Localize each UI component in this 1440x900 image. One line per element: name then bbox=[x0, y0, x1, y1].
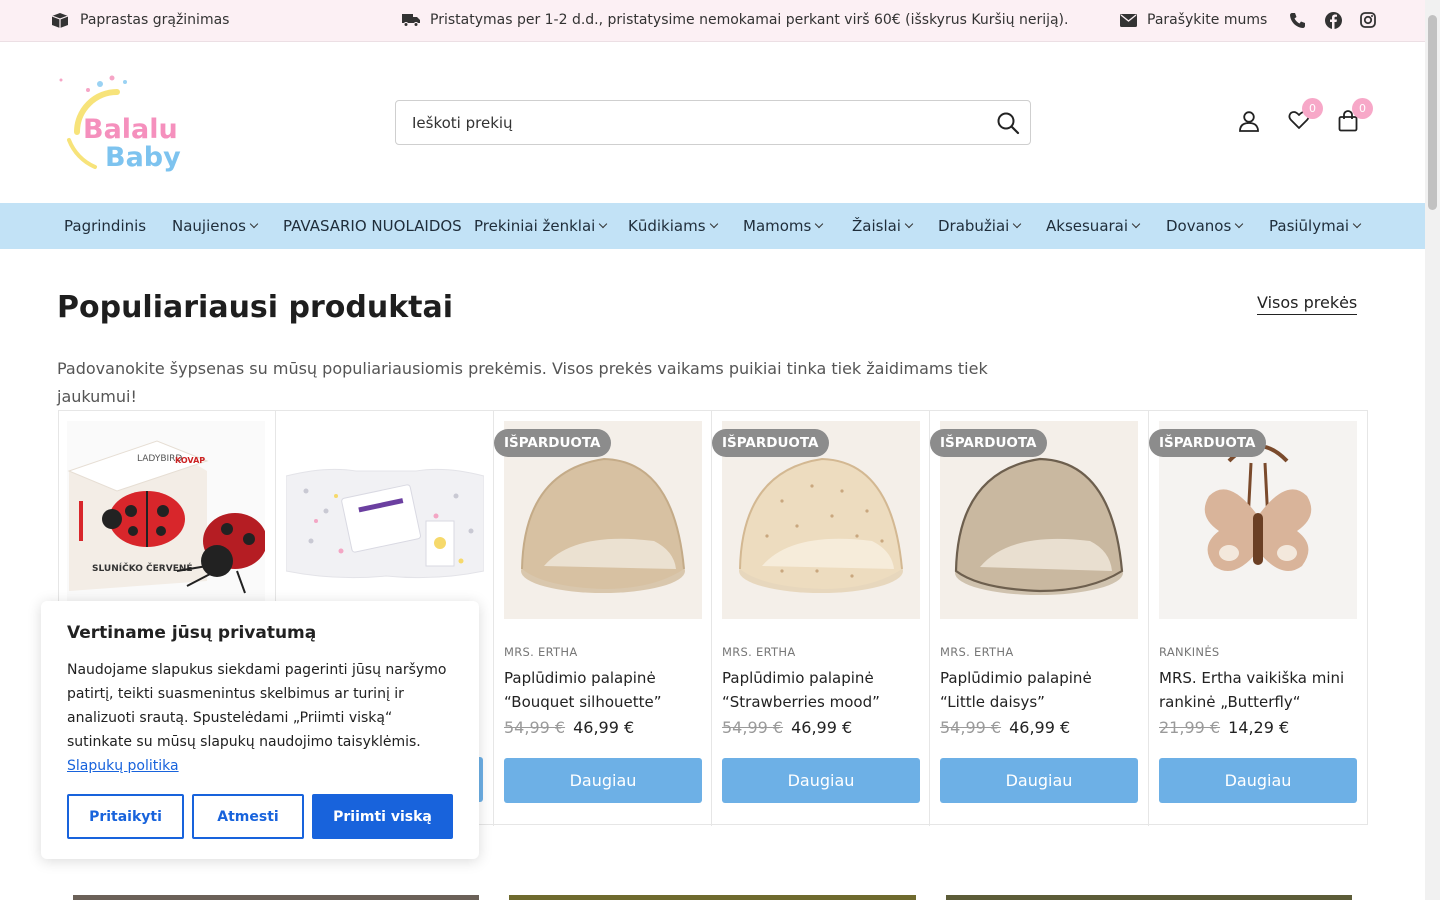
sale-badge: IŠPARDUOTA bbox=[494, 429, 611, 457]
contact-link[interactable]: Parašykite mums bbox=[1120, 12, 1267, 28]
more-button[interactable]: Daugiau bbox=[504, 758, 702, 803]
search-input[interactable] bbox=[412, 113, 972, 132]
truck-icon bbox=[402, 14, 420, 27]
site-header: Balalu Baby 0 0 bbox=[0, 42, 1425, 203]
nav-item-brands[interactable]: Prekiniai ženklai bbox=[474, 217, 608, 235]
cookie-title: Vertiname jūsų privatumą bbox=[67, 623, 317, 643]
cookie-policy-link[interactable]: Slapukų politika bbox=[67, 758, 179, 774]
all-products-link[interactable]: Visos prekės bbox=[1257, 293, 1358, 315]
product-image-ladybird[interactable]: LADYBIRD KOVAP SLUNÍČKO ČERVENÉ bbox=[67, 421, 265, 619]
nav-item-accessories[interactable]: Aksesuarai bbox=[1046, 217, 1141, 235]
shipping-info: Pristatymas per 1-2 d.d., pristatysime n… bbox=[402, 12, 1068, 28]
nav-item-moms[interactable]: Mamoms bbox=[743, 217, 824, 235]
chevron-down-icon bbox=[1352, 219, 1362, 229]
svg-text:Baby: Baby bbox=[105, 142, 181, 172]
box-text-kovap: KOVAP bbox=[175, 456, 205, 465]
sale-price: 14,29 € bbox=[1228, 718, 1290, 737]
chevron-down-icon bbox=[815, 219, 824, 229]
chevron-down-icon bbox=[1013, 219, 1022, 229]
nav-item-gifts[interactable]: Dovanos bbox=[1166, 217, 1244, 235]
product-image-blanket[interactable] bbox=[286, 421, 484, 619]
chevron-down-icon bbox=[709, 219, 718, 229]
product-name[interactable]: Paplūdimio palapinė “Bouquet silhouette” bbox=[504, 666, 704, 714]
section-title: Populiariausi produktai bbox=[57, 290, 454, 325]
banner-image[interactable] bbox=[73, 895, 479, 900]
nav-item-offers[interactable]: Pasiūlymai bbox=[1269, 217, 1362, 235]
user-account-icon[interactable] bbox=[1238, 110, 1260, 132]
page-scrollbar[interactable] bbox=[1425, 0, 1440, 900]
product-price: 54,99 € 46,99 € bbox=[722, 718, 852, 737]
chevron-down-icon bbox=[904, 219, 914, 229]
search-bar bbox=[395, 100, 1031, 145]
product-name[interactable]: MRS. Ertha vaikiška mini rankinė „Butter… bbox=[1159, 666, 1359, 714]
instagram-icon[interactable] bbox=[1360, 12, 1376, 28]
customize-button[interactable]: Pritaikyti bbox=[67, 794, 184, 839]
top-bar: Paprastas grąžinimas Pristatymas per 1-2… bbox=[0, 0, 1425, 42]
box-caption: SLUNÍČKO ČERVENÉ bbox=[92, 562, 193, 574]
product-brand: MRS. ERTHA bbox=[940, 645, 1014, 659]
reject-button[interactable]: Atmesti bbox=[192, 794, 304, 839]
chevron-down-icon bbox=[249, 219, 259, 229]
nav-item-spring-sale[interactable]: PAVASARIO NUOLAIDOS bbox=[283, 217, 462, 235]
phone-icon[interactable] bbox=[1289, 12, 1306, 29]
envelope-icon bbox=[1120, 13, 1137, 27]
cart-count-badge: 0 bbox=[1352, 98, 1373, 119]
sale-price: 46,99 € bbox=[791, 718, 853, 737]
returns-info: Paprastas grąžinimas bbox=[50, 12, 229, 28]
facebook-icon[interactable] bbox=[1325, 12, 1342, 29]
balalu-baby-logo[interactable]: Balalu Baby bbox=[55, 72, 195, 172]
nav-item-babies[interactable]: Kūdikiams bbox=[628, 217, 718, 235]
product-name[interactable]: Paplūdimio palapinė “Strawberries mood” bbox=[722, 666, 922, 714]
chevron-down-icon bbox=[1235, 219, 1244, 229]
more-button[interactable]: Daugiau bbox=[1159, 758, 1357, 803]
product-card[interactable]: IŠPARDUOTA MRS. ERTHA Paplūdimio palapin… bbox=[712, 411, 930, 826]
chevron-down-icon bbox=[599, 219, 608, 229]
nav-item-clothes[interactable]: Drabužiai bbox=[938, 217, 1022, 235]
sale-price: 46,99 € bbox=[1009, 718, 1071, 737]
cart-button[interactable]: 0 bbox=[1338, 98, 1373, 132]
banner-image[interactable] bbox=[946, 895, 1352, 900]
product-name[interactable]: Paplūdimio palapinė “Little daisys” bbox=[940, 666, 1140, 714]
product-card[interactable]: IŠPARDUOTA MRS. ERTHA Paplūdimio palapin… bbox=[930, 411, 1149, 826]
nav-item-toys[interactable]: Žaislai bbox=[852, 217, 914, 235]
sale-badge: IŠPARDUOTA bbox=[1149, 429, 1266, 457]
nav-item-home[interactable]: Pagrindinis bbox=[64, 217, 146, 235]
chevron-down-icon bbox=[1131, 219, 1141, 229]
more-button[interactable]: Daugiau bbox=[722, 758, 920, 803]
more-button[interactable]: Daugiau bbox=[940, 758, 1138, 803]
wishlist-count-badge: 0 bbox=[1302, 98, 1323, 119]
cookie-consent-dialog: Vertiname jūsų privatumą Naudojame slapu… bbox=[41, 601, 479, 859]
svg-text:Balalu: Balalu bbox=[83, 114, 178, 145]
old-price: 54,99 € bbox=[722, 718, 784, 737]
product-price: 54,99 € 46,99 € bbox=[504, 718, 634, 737]
old-price: 21,99 € bbox=[1159, 718, 1221, 737]
shipping-text: Pristatymas per 1-2 d.d., pristatysime n… bbox=[430, 12, 1069, 28]
scrollbar-thumb[interactable] bbox=[1428, 15, 1437, 210]
product-card[interactable]: IŠPARDUOTA MRS. ERTHA Paplūdimio palapin… bbox=[494, 411, 712, 826]
old-price: 54,99 € bbox=[504, 718, 566, 737]
product-brand: RANKINĖS bbox=[1159, 645, 1220, 659]
cookie-text: Naudojame slapukus siekdami pagerinti jū… bbox=[67, 662, 447, 774]
product-price: 54,99 € 46,99 € bbox=[940, 718, 1070, 737]
sale-badge: IŠPARDUOTA bbox=[712, 429, 829, 457]
returns-text: Paprastas grąžinimas bbox=[80, 12, 230, 28]
banner-image[interactable] bbox=[509, 895, 916, 900]
sale-badge: IŠPARDUOTA bbox=[930, 429, 1047, 457]
product-brand: MRS. ERTHA bbox=[504, 645, 578, 659]
main-navigation: Pagrindinis Naujienos PAVASARIO NUOLAIDO… bbox=[0, 203, 1425, 249]
nav-item-new[interactable]: Naujienos bbox=[172, 217, 259, 235]
old-price: 54,99 € bbox=[940, 718, 1002, 737]
product-card[interactable]: IŠPARDUOTA RANKINĖS MRS. Ertha vaikiška … bbox=[1149, 411, 1367, 826]
sale-price: 46,99 € bbox=[573, 718, 635, 737]
wishlist-button[interactable]: 0 bbox=[1288, 98, 1323, 132]
product-price: 21,99 € 14,29 € bbox=[1159, 718, 1289, 737]
accept-all-button[interactable]: Priimti viską bbox=[312, 794, 453, 839]
box-icon bbox=[51, 13, 69, 28]
section-description: Padovanokite šypsenas su mūsų populiaria… bbox=[57, 359, 988, 406]
contact-text: Parašykite mums bbox=[1147, 12, 1268, 28]
search-icon[interactable] bbox=[996, 111, 1020, 135]
product-brand: MRS. ERTHA bbox=[722, 645, 796, 659]
